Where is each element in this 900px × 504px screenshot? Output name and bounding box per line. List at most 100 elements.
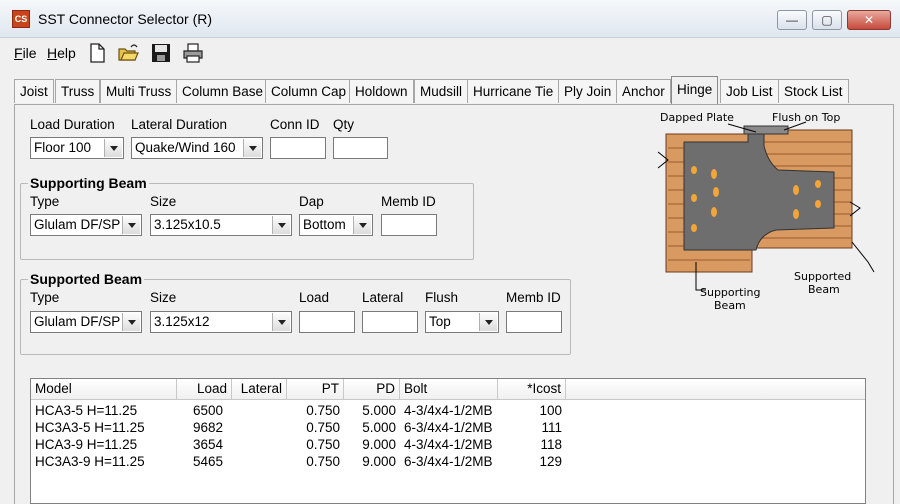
row-icost: 129 — [539, 454, 562, 469]
supported-load-label: Load — [299, 290, 330, 305]
close-button[interactable]: ✕ — [847, 10, 891, 30]
tab-joist[interactable]: Joist — [14, 79, 54, 103]
tab-strip: Joist Truss Multi Truss Column Base Colu… — [14, 76, 894, 105]
lateral-duration-select[interactable]: Quake/Wind 160 — [131, 137, 263, 159]
row-model: HCA3-9 H=11.25 — [35, 437, 138, 452]
chevron-down-icon[interactable] — [122, 313, 140, 331]
supporting-type-label: Type — [30, 194, 60, 209]
column-header-pd[interactable]: PD — [344, 379, 400, 400]
chevron-down-icon[interactable] — [122, 216, 140, 234]
tab-multi-truss[interactable]: Multi Truss — [100, 79, 178, 103]
row-model: HC3A3-5 H=11.25 — [35, 420, 145, 435]
menu-bar: File Help — [0, 38, 900, 68]
row-model: HC3A3-9 H=11.25 — [35, 454, 145, 469]
supported-size-label: Size — [150, 290, 177, 305]
supporting-size-select[interactable]: 3.125x10.5 — [150, 214, 292, 236]
supported-lateral-input[interactable] — [362, 311, 418, 333]
supporting-label-line1: Supporting — [700, 286, 761, 299]
supported-size-value: 3.125x12 — [154, 314, 210, 329]
window-title: SST Connector Selector (R) — [38, 11, 213, 27]
dapped-plate-label: Dapped Plate — [660, 112, 734, 124]
row-pt: 0.750 — [306, 420, 340, 435]
supported-type-select[interactable]: Glulam DF/SP — [30, 311, 142, 333]
dap-select[interactable]: Bottom — [299, 214, 373, 236]
qty-input[interactable] — [333, 137, 388, 159]
row-load: 3654 — [193, 437, 224, 452]
tab-anchor[interactable]: Anchor — [616, 79, 671, 103]
menu-file-mnemonic: F — [14, 45, 23, 61]
tab-stock-list[interactable]: Stock List — [778, 79, 849, 103]
save-disk-icon[interactable] — [150, 42, 172, 64]
flush-on-top-label: Flush on Top — [772, 112, 840, 124]
dap-value: Bottom — [303, 217, 346, 232]
supporting-memb-id-input[interactable] — [381, 214, 437, 236]
column-header-icost[interactable]: *Icost — [498, 379, 566, 400]
load-duration-value: Floor 100 — [34, 140, 92, 155]
tab-holdown[interactable]: Holdown — [349, 79, 414, 103]
tab-column-base[interactable]: Column Base — [176, 79, 270, 103]
tab-column-cap[interactable]: Column Cap — [265, 79, 353, 103]
column-header-filler — [566, 379, 865, 400]
supported-type-label: Type — [30, 290, 60, 305]
chevron-down-icon[interactable] — [479, 313, 497, 331]
tab-mudsill[interactable]: Mudsill — [414, 79, 469, 103]
row-bolt: 6-3/4x4-1/2MB — [404, 420, 493, 435]
app-icon: CS — [12, 10, 30, 28]
supporting-type-select[interactable]: Glulam DF/SP — [30, 214, 142, 236]
tab-hurricane-tie[interactable]: Hurricane Tie — [467, 79, 560, 103]
supported-type-value: Glulam DF/SP — [34, 314, 121, 329]
column-header-load[interactable]: Load — [177, 379, 232, 400]
supporting-size-label: Size — [150, 194, 177, 209]
qty-label: Qty — [333, 117, 355, 132]
minimize-button[interactable]: — — [777, 10, 807, 30]
supported-label-line1: Supported — [794, 270, 851, 283]
supporting-type-value: Glulam DF/SP — [34, 217, 121, 232]
flush-select[interactable]: Top — [425, 311, 499, 333]
chevron-down-icon[interactable] — [243, 139, 261, 157]
load-duration-label: Load Duration — [30, 117, 115, 132]
column-header-pt[interactable]: PT — [287, 379, 344, 400]
print-icon[interactable] — [182, 42, 204, 64]
new-document-icon[interactable] — [86, 42, 108, 64]
hinge-connector-diagram: Dapped Plate Flush on Top Supporting Bea… — [657, 112, 875, 312]
row-model: HCA3-5 H=11.25 — [35, 403, 138, 418]
supported-memb-id-input[interactable] — [506, 311, 562, 333]
results-list[interactable]: Model Load Lateral PT PD Bolt *Icost HCA… — [30, 378, 866, 504]
column-header-lateral[interactable]: Lateral — [232, 379, 287, 400]
row-pt: 0.750 — [306, 437, 340, 452]
row-pd: 5.000 — [362, 420, 396, 435]
chevron-down-icon[interactable] — [104, 139, 122, 157]
row-bolt: 6-3/4x4-1/2MB — [404, 454, 493, 469]
menu-help-mnemonic: H — [47, 45, 58, 61]
tab-hinge[interactable]: Hinge — [671, 76, 719, 104]
flush-label: Flush — [425, 290, 459, 305]
maximize-button[interactable]: ▢ — [812, 10, 842, 30]
chevron-down-icon[interactable] — [272, 313, 290, 331]
supported-size-select[interactable]: 3.125x12 — [150, 311, 292, 333]
row-pt: 0.750 — [306, 454, 340, 469]
tab-ply-join[interactable]: Ply Join — [558, 79, 618, 103]
chevron-down-icon[interactable] — [353, 216, 371, 234]
menu-help[interactable]: Help — [47, 45, 76, 61]
menu-file[interactable]: File — [14, 45, 37, 61]
row-bolt: 4-3/4x4-1/2MB — [404, 403, 493, 418]
supported-load-input[interactable] — [299, 311, 355, 333]
row-load: 5465 — [193, 454, 224, 469]
conn-id-input[interactable] — [270, 137, 326, 159]
tab-truss[interactable]: Truss — [55, 79, 101, 103]
supporting-memb-id-label: Memb ID — [381, 194, 436, 209]
tab-job-list[interactable]: Job List — [720, 79, 779, 103]
open-folder-icon[interactable] — [117, 42, 139, 64]
load-duration-select[interactable]: Floor 100 — [30, 137, 124, 159]
chevron-down-icon[interactable] — [272, 216, 290, 234]
row-load: 9682 — [193, 420, 224, 435]
lateral-duration-label: Lateral Duration — [131, 117, 228, 132]
supporting-label-line2: Beam — [714, 299, 746, 312]
row-bolt: 4-3/4x4-1/2MB — [404, 437, 493, 452]
column-header-bolt[interactable]: Bolt — [400, 379, 498, 400]
row-icost: 118 — [540, 437, 562, 452]
conn-id-label: Conn ID — [270, 117, 320, 132]
column-header-model[interactable]: Model — [31, 379, 177, 400]
row-pd: 9.000 — [362, 437, 396, 452]
menu-help-label: elp — [57, 45, 76, 61]
